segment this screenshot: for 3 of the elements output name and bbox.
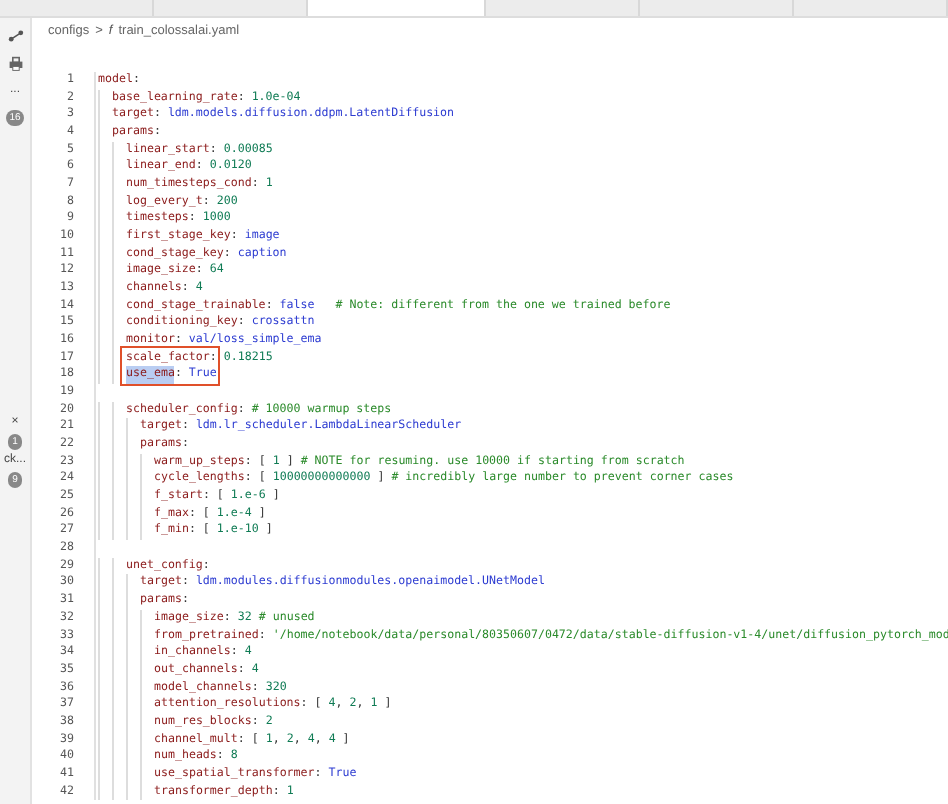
editor-tab[interactable]	[307, 0, 487, 16]
printer-icon[interactable]	[7, 56, 23, 72]
nodes-icon[interactable]	[7, 28, 23, 44]
